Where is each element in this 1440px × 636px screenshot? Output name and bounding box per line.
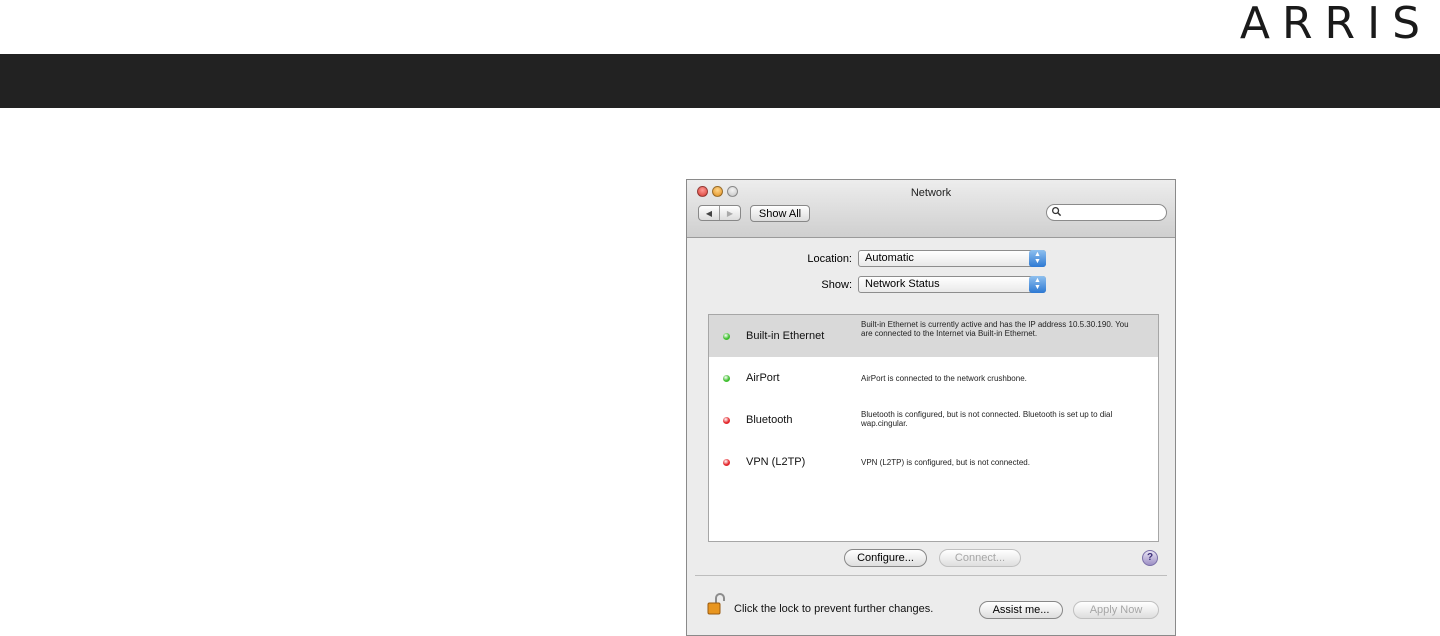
status-dot-icon bbox=[723, 333, 730, 340]
service-description: Built-in Ethernet is currently active an… bbox=[861, 320, 1129, 338]
assist-me-button[interactable]: Assist me... bbox=[979, 601, 1063, 619]
forward-arrow-icon[interactable]: ▶ bbox=[719, 206, 740, 220]
service-row-vpn-l2tp[interactable]: VPN (L2TP) VPN (L2TP) is configured, but… bbox=[709, 441, 1158, 483]
service-description: AirPort is connected to the network crus… bbox=[861, 374, 1027, 383]
show-all-button[interactable]: Show All bbox=[750, 205, 810, 222]
show-value: Network Status bbox=[865, 278, 940, 290]
configure-button[interactable]: Configure... bbox=[844, 549, 927, 567]
service-row-bluetooth[interactable]: Bluetooth Bluetooth is configured, but i… bbox=[709, 399, 1158, 441]
location-label: Location: bbox=[807, 252, 852, 265]
network-service-list: Built-in Ethernet Built-in Ethernet is c… bbox=[708, 314, 1159, 542]
service-row-airport[interactable]: AirPort AirPort is connected to the netw… bbox=[709, 357, 1158, 399]
status-dot-icon bbox=[723, 459, 730, 466]
search-icon bbox=[1052, 207, 1062, 217]
connect-button[interactable]: Connect... bbox=[939, 549, 1021, 567]
status-dot-icon bbox=[723, 375, 730, 382]
lock-status-text: Click the lock to prevent further change… bbox=[734, 603, 934, 615]
lock-icon[interactable] bbox=[707, 592, 725, 616]
back-arrow-icon[interactable]: ◀ bbox=[699, 206, 719, 220]
location-row: Location: Automatic ▲ ▼ bbox=[687, 250, 1046, 267]
service-row-built-in-ethernet[interactable]: Built-in Ethernet Built-in Ethernet is c… bbox=[709, 315, 1158, 357]
window-title: Network bbox=[910, 187, 952, 199]
service-description: VPN (L2TP) is configured, but is not con… bbox=[861, 458, 1030, 467]
show-label: Show: bbox=[821, 278, 852, 291]
status-dot-icon bbox=[723, 417, 730, 424]
divider bbox=[695, 575, 1167, 576]
popup-arrows-icon: ▲ ▼ bbox=[1029, 276, 1046, 293]
location-value: Automatic bbox=[865, 252, 914, 264]
window-titlebar: Network ◀ ▶ Show All bbox=[687, 180, 1175, 238]
back-forward-buttons: ◀ ▶ bbox=[698, 205, 741, 221]
arris-logo: ARRIS bbox=[1239, 0, 1432, 49]
service-name: AirPort bbox=[746, 372, 780, 384]
network-preferences-window: Network ◀ ▶ Show All Location: Automatic… bbox=[686, 179, 1176, 636]
location-select[interactable]: Automatic ▲ ▼ bbox=[858, 250, 1046, 267]
search-field[interactable] bbox=[1046, 204, 1167, 221]
header-band bbox=[0, 54, 1440, 108]
service-name: Bluetooth bbox=[746, 414, 793, 426]
show-select[interactable]: Network Status ▲ ▼ bbox=[858, 276, 1046, 293]
apply-now-button[interactable]: Apply Now bbox=[1073, 601, 1159, 619]
service-name: VPN (L2TP) bbox=[746, 456, 806, 468]
popup-arrows-icon: ▲ ▼ bbox=[1029, 250, 1046, 267]
show-row: Show: Network Status ▲ ▼ bbox=[687, 276, 1046, 293]
service-name: Built-in Ethernet bbox=[746, 330, 825, 342]
service-description: Bluetooth is configured, but is not conn… bbox=[861, 410, 1113, 428]
help-icon[interactable]: ? bbox=[1142, 550, 1158, 566]
